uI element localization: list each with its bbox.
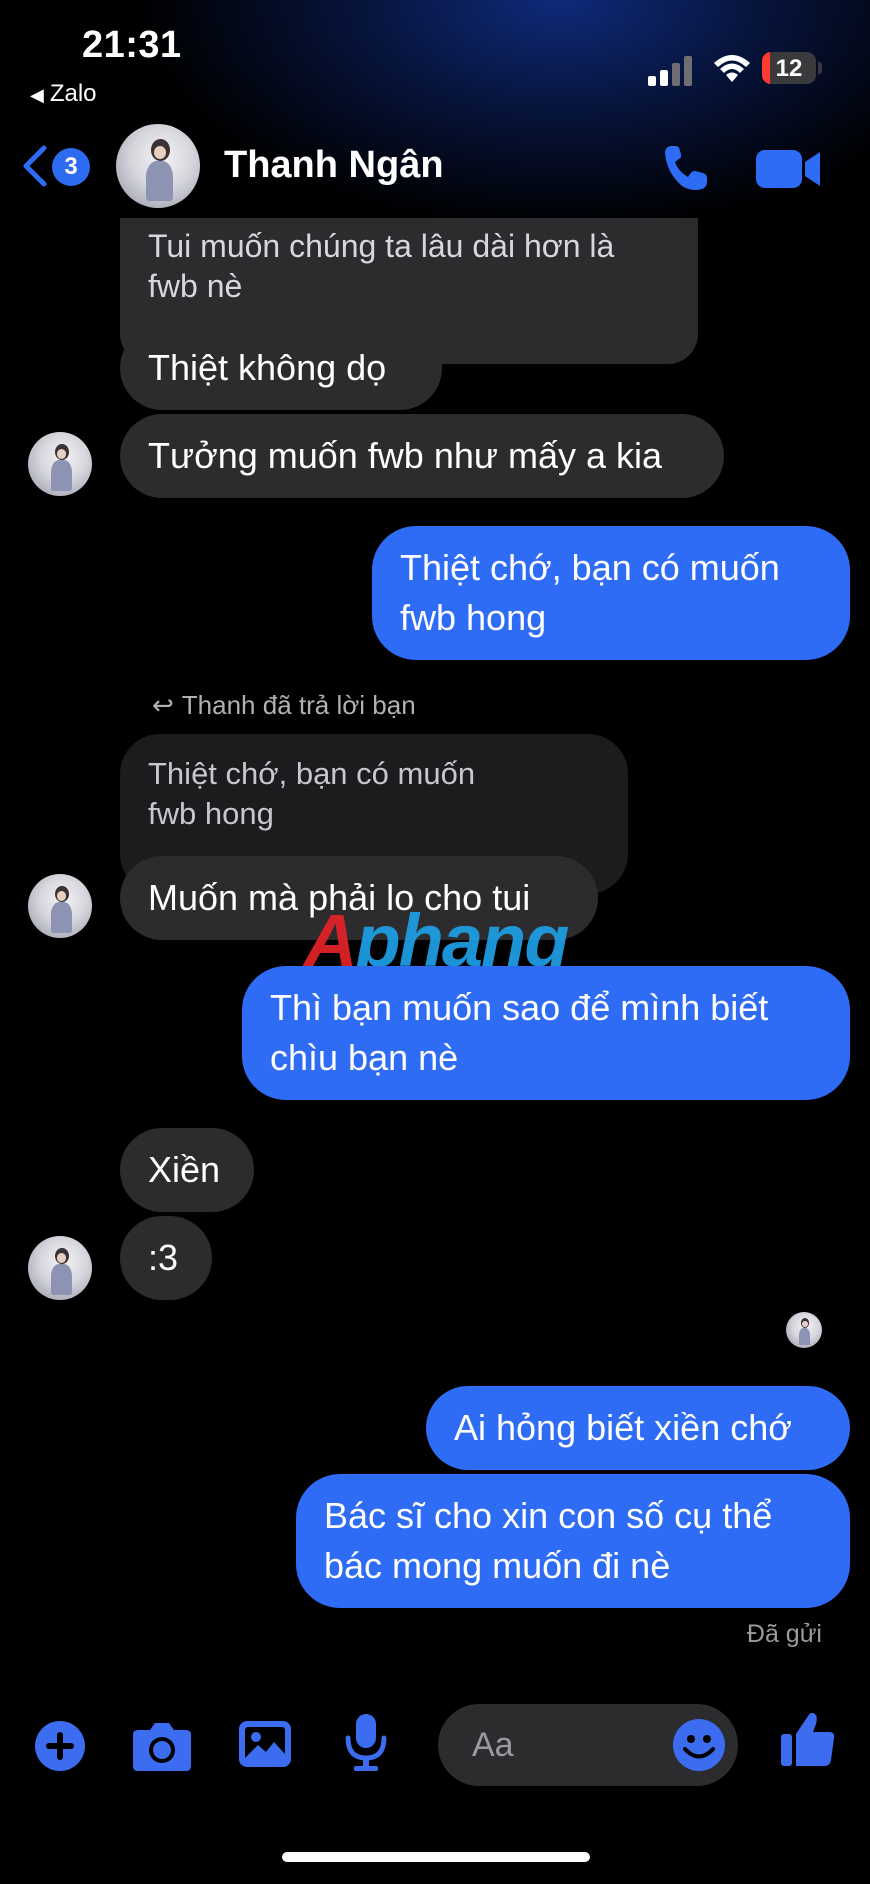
contact-avatar-small bbox=[28, 874, 92, 938]
outgoing-message[interactable]: Thì bạn muốn sao để mình biết chìu bạn n… bbox=[242, 966, 850, 1100]
incoming-message[interactable]: Tưởng muốn fwb như mấy a kia bbox=[120, 414, 724, 498]
outgoing-message[interactable]: Bác sĩ cho xin con số cụ thể bác mong mu… bbox=[296, 1474, 850, 1608]
contact-avatar-small bbox=[28, 432, 92, 496]
home-indicator[interactable] bbox=[282, 1852, 590, 1862]
camera-icon[interactable] bbox=[132, 1720, 192, 1772]
incoming-message[interactable]: Thiệt không dọ bbox=[120, 326, 442, 410]
battery-tip bbox=[818, 62, 822, 74]
reply-arrow-icon: ↩ bbox=[152, 690, 174, 720]
incoming-message[interactable]: :3 bbox=[120, 1216, 212, 1300]
read-receipt-avatar bbox=[786, 1312, 822, 1348]
status-time: 21:31 bbox=[82, 24, 182, 66]
message-input[interactable]: Aa bbox=[438, 1704, 738, 1786]
back-chevron-icon[interactable] bbox=[20, 144, 50, 188]
cellular-signal-icon bbox=[648, 56, 692, 86]
contact-name[interactable]: Thanh Ngân bbox=[224, 144, 444, 187]
emoji-icon[interactable] bbox=[672, 1718, 726, 1772]
outgoing-message[interactable]: Thiệt chớ, bạn có muốn fwb hong bbox=[372, 526, 850, 660]
video-camera-icon[interactable] bbox=[756, 148, 822, 190]
contact-avatar[interactable] bbox=[116, 124, 200, 208]
thumbs-up-icon[interactable] bbox=[780, 1710, 836, 1768]
outgoing-message[interactable]: Ai hỏng biết xiền chớ bbox=[426, 1386, 850, 1470]
image-icon[interactable] bbox=[238, 1718, 292, 1770]
sent-status: Đã gửi bbox=[746, 1620, 822, 1648]
back-triangle-icon: ◀ bbox=[30, 85, 44, 105]
back-to-app-link[interactable]: ◀ Zalo bbox=[30, 80, 97, 108]
battery-level: 12 bbox=[775, 55, 803, 82]
back-app-label: Zalo bbox=[49, 80, 97, 107]
contact-avatar-small bbox=[28, 1236, 92, 1300]
wifi-icon bbox=[714, 55, 750, 82]
battery-indicator: 12 bbox=[762, 52, 816, 84]
reply-indicator: ↩ Thanh đã trả lời bạn bbox=[152, 690, 416, 721]
unread-count-badge[interactable]: 3 bbox=[52, 148, 90, 186]
incoming-message[interactable]: Xiền bbox=[120, 1128, 254, 1212]
plus-icon[interactable] bbox=[34, 1720, 86, 1772]
phone-icon[interactable] bbox=[660, 142, 712, 194]
message-input-placeholder: Aa bbox=[472, 1726, 514, 1764]
microphone-icon[interactable] bbox=[344, 1712, 388, 1772]
reply-indicator-text: Thanh đã trả lời bạn bbox=[181, 690, 416, 720]
